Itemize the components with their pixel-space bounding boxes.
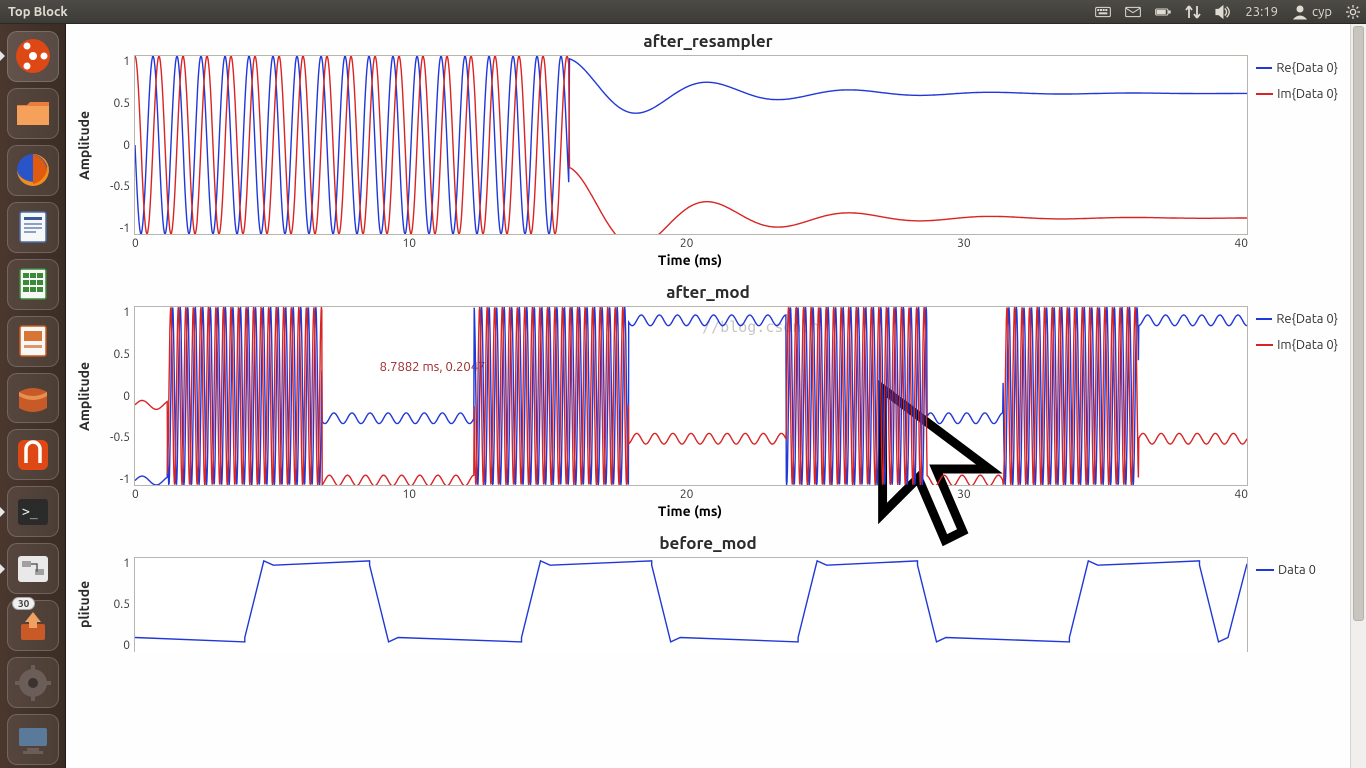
indicator-area: 23:19 cyp xyxy=(1095,4,1360,20)
launcher-terminal[interactable]: >_ xyxy=(7,486,59,537)
legend: Re{Data 0} Im{Data 0} xyxy=(1248,55,1342,235)
legend-swatch-d0 xyxy=(1256,569,1274,571)
launcher-impress[interactable] xyxy=(7,316,59,367)
ylabel: plitude xyxy=(74,557,92,652)
xticks: 010203040 xyxy=(132,235,1248,250)
launcher-ubuntu-one[interactable] xyxy=(7,429,59,480)
vertical-scrollbar[interactable] xyxy=(1350,24,1366,768)
launcher-ubuntu-sw[interactable] xyxy=(7,373,59,424)
badge-count: 30 xyxy=(12,597,35,610)
top-panel: Top Block 23:19 cyp xyxy=(0,0,1366,24)
yticks: 1 0.5 0 -0.5 -1 xyxy=(96,306,130,486)
legend: Data 0 xyxy=(1248,557,1342,652)
user-menu[interactable]: cyp xyxy=(1292,4,1332,20)
launcher-system[interactable] xyxy=(7,714,59,765)
launcher-files[interactable] xyxy=(7,88,59,139)
keyboard-icon[interactable] xyxy=(1095,4,1111,20)
launcher-calc[interactable] xyxy=(7,259,59,310)
unity-launcher: >_ 30 xyxy=(0,24,66,768)
chart-title: after_resampler xyxy=(74,32,1342,51)
legend-swatch-im xyxy=(1256,93,1273,95)
launcher-firefox[interactable] xyxy=(7,145,59,196)
plot-area[interactable]: //blog.csdn.n 8.7882 ms, 0.2047 xyxy=(134,306,1248,486)
launcher-updates[interactable]: 30 xyxy=(7,600,59,651)
battery-icon[interactable] xyxy=(1155,4,1171,20)
legend-swatch-re xyxy=(1256,318,1272,320)
volume-icon[interactable] xyxy=(1215,4,1231,20)
network-icon[interactable] xyxy=(1185,4,1201,20)
legend-swatch-im xyxy=(1256,344,1273,346)
gear-icon[interactable] xyxy=(1346,5,1360,19)
content-area: after_resampler Amplitude 1 0.5 0 -0.5 -… xyxy=(66,24,1366,768)
launcher-dash[interactable] xyxy=(7,31,59,82)
clock[interactable]: 23:19 xyxy=(1245,5,1278,19)
legend-swatch-re xyxy=(1256,67,1272,69)
chart-after-mod: after_mod Amplitude 1 0.5 0 -0.5 -1 //bl… xyxy=(74,283,1342,528)
yticks: 1 0.5 0 xyxy=(96,557,130,652)
launcher-settings[interactable] xyxy=(7,657,59,708)
yticks: 1 0.5 0 -0.5 -1 xyxy=(96,55,130,235)
plot-area[interactable] xyxy=(134,557,1248,652)
scrollbar-thumb[interactable] xyxy=(1353,26,1364,621)
chart-after-resampler: after_resampler Amplitude 1 0.5 0 -0.5 -… xyxy=(74,32,1342,277)
launcher-writer[interactable] xyxy=(7,202,59,253)
launcher-gnuradio[interactable] xyxy=(7,543,59,594)
mail-icon[interactable] xyxy=(1125,4,1141,20)
window-title: Top Block xyxy=(6,5,1095,19)
xlabel: Time (ms) xyxy=(658,252,722,268)
plot-area[interactable] xyxy=(134,55,1248,235)
svg-text:>_: >_ xyxy=(22,505,38,520)
ylabel: Amplitude xyxy=(74,55,92,235)
chart-title: after_mod xyxy=(74,283,1342,302)
ylabel: Amplitude xyxy=(74,306,92,486)
